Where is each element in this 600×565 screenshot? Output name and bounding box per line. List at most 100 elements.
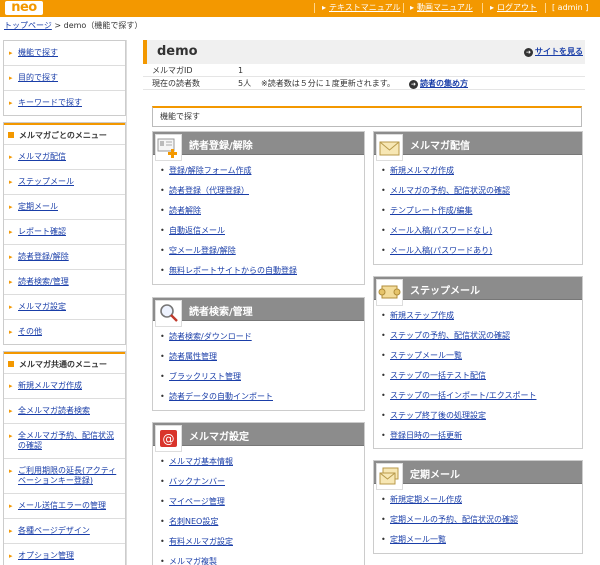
panel-title: 読者登録/解除: [189, 141, 253, 152]
list-item[interactable]: 新規メルマガ作成: [374, 164, 582, 184]
arrow-right-icon: ▸: [490, 3, 495, 12]
list-item[interactable]: 読者解除: [153, 204, 364, 224]
magazine-menu: メルマガごとのメニュー メルマガ配信 ステップメール 定期メール レポート確認 …: [3, 122, 126, 345]
panel-settings: @ メルマガ設定 メルマガ基本情報 バックナンバー マイページ管理 名刺NEO設…: [152, 422, 365, 565]
search-mode-menu: 機能で探す 目的で探す キーワードで探す: [3, 40, 126, 116]
list-item[interactable]: ステップの一括テスト配信: [374, 369, 582, 389]
panel-list: 新規メルマガ作成 メルマガの予約、配信状況の確認 テンプレート作成/編集 メール…: [374, 155, 582, 264]
panel-list: メルマガ基本情報 バックナンバー マイページ管理 名刺NEO設定 有料メルマガ設…: [153, 446, 364, 565]
list-item[interactable]: ステップの予約、配信状況の確認: [374, 329, 582, 349]
panel-reader-search: 読者検索/管理 読者検索/ダウンロード 読者属性管理 ブラックリスト管理 読者デ…: [152, 297, 365, 411]
list-item[interactable]: 読者データの自動インポート: [153, 390, 364, 410]
list-item[interactable]: 読者登録（代理登録）: [153, 184, 364, 204]
panel-step-mail: ステップメール 新規ステップ作成 ステップの予約、配信状況の確認 ステップメール…: [373, 276, 583, 449]
divider: [403, 3, 404, 13]
panel-title: 定期メール: [410, 470, 460, 481]
magazine-id-row: メルマガID 1: [143, 64, 585, 77]
breadcrumb-separator: >: [54, 21, 62, 30]
sidebar-item-page-design[interactable]: 各種ページデザイン: [4, 519, 125, 544]
sidebar: 機能で探す 目的で探す キーワードで探す メルマガごとのメニュー メルマガ配信 …: [3, 40, 127, 565]
sidebar-item-other[interactable]: その他: [4, 320, 125, 344]
function-search-label: 機能で探す: [152, 106, 582, 127]
arrow-circle-icon: ➜: [409, 80, 418, 89]
sidebar-item-periodic-mail[interactable]: 定期メール: [4, 195, 125, 220]
reader-count-row: 現在の読者数 5人 ※読者数は５分に１度更新されます。 ➜ 読者の集め方: [143, 77, 585, 90]
breadcrumb: トップページ > demo（機能で探す）: [4, 20, 142, 31]
list-item[interactable]: メルマガ基本情報: [153, 455, 364, 475]
sidebar-item-purpose-search[interactable]: 目的で探す: [4, 66, 125, 91]
info-value: 5人: [238, 79, 252, 88]
panel-header: @ メルマガ設定: [153, 423, 364, 452]
list-item[interactable]: 定期メールの予約、配信状況の確認: [374, 513, 582, 533]
divider: [545, 3, 546, 13]
sidebar-item-delivery[interactable]: メルマガ配信: [4, 145, 125, 170]
sidebar-item-settings[interactable]: メルマガ設定: [4, 295, 125, 320]
panel-subscribe: 読者登録/解除 登録/解除フォーム作成 読者登録（代理登録） 読者解除 自動返信…: [152, 131, 365, 285]
sidebar-item-subscribe[interactable]: 読者登録/解除: [4, 245, 125, 270]
list-item[interactable]: ステップメール一覧: [374, 349, 582, 369]
common-menu: メルマガ共通のメニュー 新規メルマガ作成 全メルマガ読者検索 全メルマガ予約、配…: [3, 351, 126, 565]
info-key: 現在の読者数: [152, 79, 200, 88]
panel-header: 読者登録/解除: [153, 132, 364, 161]
page-title-bar: demo ➜ サイトを見る: [143, 40, 585, 64]
info-note: ※読者数は５分に１度更新されます。: [261, 79, 395, 88]
sidebar-item-step-mail[interactable]: ステップメール: [4, 170, 125, 195]
divider: [314, 3, 315, 13]
list-item[interactable]: メール入稿(パスワードあり): [374, 244, 582, 264]
text-manual-link[interactable]: ▸ テキストマニュアル: [322, 2, 401, 14]
sidebar-item-send-errors[interactable]: メール送信エラーの管理: [4, 494, 125, 519]
list-item[interactable]: 無料レポートサイトからの自動登録: [153, 264, 364, 284]
logout-link[interactable]: ▸ ログアウト: [490, 2, 537, 14]
panel-list: 読者検索/ダウンロード 読者属性管理 ブラックリスト管理 読者データの自動インポ…: [153, 321, 364, 410]
breadcrumb-home-link[interactable]: トップページ: [4, 21, 52, 30]
list-item[interactable]: 読者検索/ダウンロード: [153, 330, 364, 350]
list-item[interactable]: ステップの一括インポート/エクスポート: [374, 389, 582, 409]
sidebar-item-reader-search[interactable]: 読者検索/管理: [4, 270, 125, 295]
list-item[interactable]: メルマガ複製: [153, 555, 364, 565]
list-item[interactable]: 読者属性管理: [153, 350, 364, 370]
sidebar-item-activation[interactable]: ご利用期限の延長(アクティベーションキー登録): [4, 459, 125, 494]
list-item[interactable]: ステップ終了後の処理設定: [374, 409, 582, 429]
settings-at-icon: @: [155, 425, 182, 452]
sidebar-item-all-reader-search[interactable]: 全メルマガ読者検索: [4, 399, 125, 424]
list-item[interactable]: 有料メルマガ設定: [153, 535, 364, 555]
list-item[interactable]: バックナンバー: [153, 475, 364, 495]
list-item[interactable]: 登録日時の一括更新: [374, 429, 582, 449]
list-item[interactable]: メール入稿(パスワードなし): [374, 224, 582, 244]
panel-title: 読者検索/管理: [189, 307, 253, 318]
panel-list: 登録/解除フォーム作成 読者登録（代理登録） 読者解除 自動返信メール 空メール…: [153, 155, 364, 284]
list-item[interactable]: ブラックリスト管理: [153, 370, 364, 390]
user-add-icon: [155, 134, 182, 161]
view-site-link[interactable]: ➜ サイトを見る: [524, 46, 583, 57]
panel-header: 読者検索/管理: [153, 298, 364, 327]
sidebar-item-options[interactable]: オプション管理: [4, 544, 125, 565]
list-item[interactable]: 名刺NEO設定: [153, 515, 364, 535]
sidebar-item-new-magazine[interactable]: 新規メルマガ作成: [4, 374, 125, 399]
arrow-right-icon: ▸: [410, 3, 415, 12]
divider: [482, 3, 483, 13]
list-item[interactable]: テンプレート作成/編集: [374, 204, 582, 224]
list-item[interactable]: 登録/解除フォーム作成: [153, 164, 364, 184]
list-item[interactable]: メルマガの予約、配信状況の確認: [374, 184, 582, 204]
panel-title: メルマガ配信: [410, 141, 470, 152]
panel-list: 新規定期メール作成 定期メールの予約、配信状況の確認 定期メール一覧: [374, 484, 582, 553]
list-item[interactable]: マイページ管理: [153, 495, 364, 515]
video-manual-link[interactable]: ▸ 動画マニュアル: [410, 2, 473, 14]
main-content: demo ➜ サイトを見る メルマガID 1 現在の読者数 5人 ※読者数は５分に…: [143, 40, 585, 565]
list-item[interactable]: 空メール登録/解除: [153, 244, 364, 264]
scroll-icon: [376, 279, 403, 306]
envelope-stack-icon: [376, 463, 403, 490]
list-item[interactable]: 新規ステップ作成: [374, 309, 582, 329]
list-item[interactable]: 定期メール一覧: [374, 533, 582, 553]
panel-header: メルマガ配信: [374, 132, 582, 161]
list-item[interactable]: 自動返信メール: [153, 224, 364, 244]
neo-logo[interactable]: neo: [5, 1, 43, 15]
sidebar-item-function-search[interactable]: 機能で探す: [4, 41, 125, 66]
sidebar-item-report[interactable]: レポート確認: [4, 220, 125, 245]
sidebar-item-all-schedule[interactable]: 全メルマガ予約、配信状況の確認: [4, 424, 125, 459]
page-title: demo: [157, 44, 198, 59]
reader-tips-link[interactable]: ➜ 読者の集め方: [409, 77, 468, 90]
sidebar-item-keyword-search[interactable]: キーワードで探す: [4, 91, 125, 115]
list-item[interactable]: 新規定期メール作成: [374, 493, 582, 513]
magazine-menu-title: メルマガごとのメニュー: [4, 123, 125, 145]
